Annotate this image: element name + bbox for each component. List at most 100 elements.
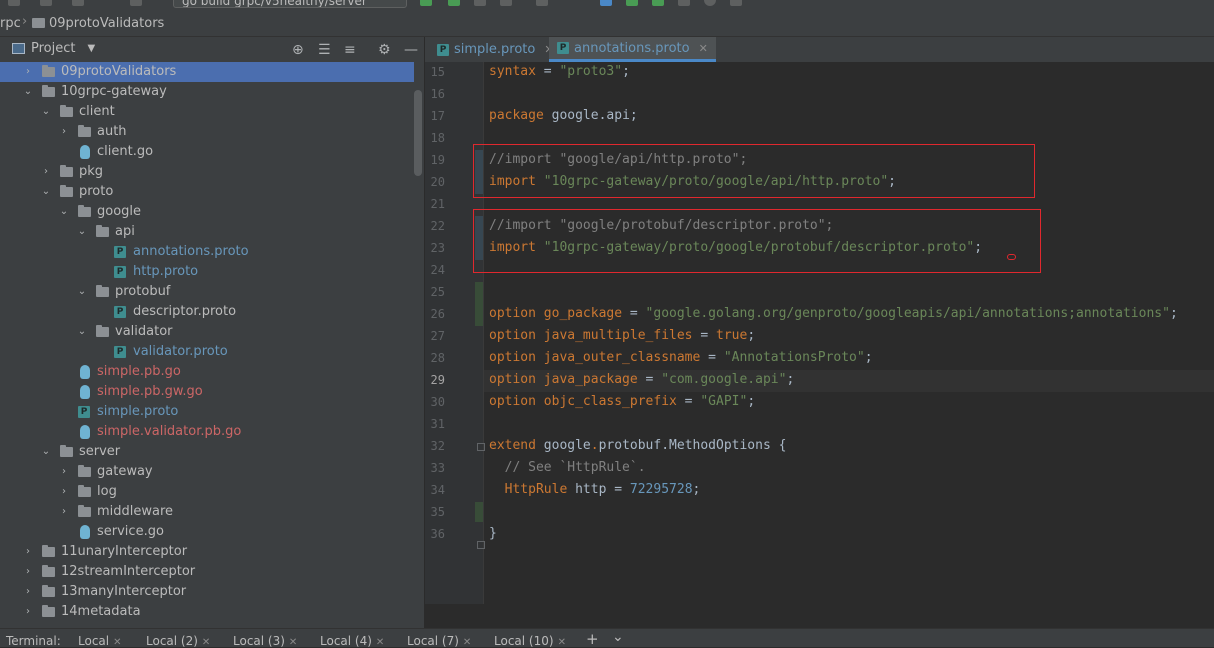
close-icon[interactable]: ✕ — [376, 637, 384, 648]
chevron-right-icon[interactable]: › — [58, 122, 70, 142]
chevron-down-icon[interactable]: ⌄ — [76, 282, 88, 302]
folder-icon — [96, 225, 109, 237]
tree-item[interactable]: Pannotations.proto — [0, 242, 414, 262]
back-icon[interactable] — [72, 0, 84, 6]
tree-scrollbar[interactable] — [414, 90, 422, 176]
tree-item[interactable]: simple.pb.gw.go — [0, 382, 414, 402]
close-icon[interactable]: ✕ — [558, 637, 566, 648]
folder-icon — [42, 65, 55, 77]
annotation-box — [473, 144, 1035, 198]
breadcrumb-folder-item[interactable]: 09protoValidators — [32, 14, 164, 32]
tree-item[interactable]: › 12streamInterceptor — [0, 562, 414, 582]
code-line-34: HttpRule http = 72295728; — [489, 482, 701, 497]
coverage-icon[interactable] — [474, 0, 486, 6]
git-commit-icon[interactable] — [626, 0, 638, 6]
profile-icon[interactable] — [500, 0, 512, 6]
code-token: HttpRule — [504, 482, 568, 497]
close-icon[interactable]: ✕ — [463, 637, 471, 648]
close-icon[interactable]: ✕ — [113, 637, 121, 648]
tree-item[interactable]: › 13manyInterceptor — [0, 582, 414, 602]
close-icon[interactable]: ✕ — [699, 36, 708, 61]
code-token: = — [622, 306, 646, 321]
tree-item[interactable]: ⌄ proto — [0, 182, 414, 202]
annotation-box — [473, 209, 1041, 273]
tree-item[interactable]: ⌄ validator — [0, 322, 414, 342]
code-token: java_outer_classname — [535, 350, 701, 365]
chevron-right-icon[interactable]: › — [58, 502, 70, 522]
tree-item[interactable]: ⌄ 10grpc-gateway — [0, 82, 414, 102]
git-update-icon[interactable] — [600, 0, 612, 6]
line-number: 21 — [430, 197, 445, 211]
run-configuration-select[interactable]: go build grpc/v5healthy/server — [173, 0, 407, 8]
chevron-down-icon[interactable]: ⌄ — [40, 102, 52, 122]
sync-icon[interactable] — [40, 0, 52, 6]
add-terminal-button[interactable]: + — [586, 630, 599, 648]
expand-all-icon[interactable]: ☰ — [318, 42, 331, 58]
tree-item[interactable]: ⌄ client — [0, 102, 414, 122]
breadcrumb-root[interactable]: rpc — [0, 16, 21, 31]
build-icon[interactable] — [8, 0, 20, 6]
tree-item[interactable]: › middleware — [0, 502, 414, 522]
chevron-right-icon[interactable]: › — [22, 602, 34, 622]
git-push-icon[interactable] — [652, 0, 664, 6]
debug-icon[interactable] — [448, 0, 460, 6]
tree-item-label: validator.proto — [133, 344, 228, 359]
tree-item[interactable]: service.go — [0, 522, 414, 542]
tree-item[interactable]: › 09protoValidators — [0, 62, 414, 82]
tree-item[interactable]: › log — [0, 482, 414, 502]
close-icon[interactable]: ✕ — [202, 637, 210, 648]
tree-item[interactable]: simple.pb.go — [0, 362, 414, 382]
locate-icon[interactable]: ⊕ — [292, 42, 304, 58]
tree-item[interactable]: ⌄ protobuf — [0, 282, 414, 302]
chevron-right-icon[interactable]: › — [22, 562, 34, 582]
tree-item[interactable]: ⌄ google — [0, 202, 414, 222]
chevron-right-icon[interactable]: › — [22, 62, 34, 82]
chevron-right-icon[interactable]: › — [58, 482, 70, 502]
chevron-right-icon[interactable]: › — [40, 162, 52, 182]
chevron-down-icon[interactable]: ⌄ — [58, 202, 70, 222]
history-icon[interactable] — [704, 0, 716, 6]
tab-annotations-proto[interactable]: P annotations.proto ✕ — [549, 37, 716, 62]
chevron-down-icon[interactable]: ⌄ — [22, 82, 34, 102]
tree-item[interactable]: client.go — [0, 142, 414, 162]
chevron-down-icon[interactable]: ⌄ — [612, 629, 624, 645]
proto-file-icon: P — [114, 306, 126, 318]
chevron-down-icon[interactable]: ⌄ — [76, 322, 88, 342]
chevron-right-icon[interactable]: › — [58, 462, 70, 482]
tree-item[interactable]: simple.validator.pb.go — [0, 422, 414, 442]
line-number: 27 — [430, 329, 445, 343]
tree-item[interactable]: › auth — [0, 122, 414, 142]
fold-icon[interactable] — [477, 541, 485, 549]
fold-icon[interactable] — [477, 443, 485, 451]
tree-item[interactable]: › 14metadata — [0, 602, 414, 622]
tree-item[interactable]: › gateway — [0, 462, 414, 482]
tree-item[interactable]: › pkg — [0, 162, 414, 182]
tree-item[interactable]: › 11unaryInterceptor — [0, 542, 414, 562]
chevron-right-icon[interactable]: › — [22, 542, 34, 562]
tree-item[interactable]: ⌄ api — [0, 222, 414, 242]
stop-icon[interactable] — [536, 0, 548, 6]
gear-icon[interactable]: ⚙ — [378, 42, 391, 58]
chevron-right-icon[interactable]: › — [22, 582, 34, 602]
collapse-all-icon[interactable]: ≡ — [344, 42, 356, 58]
tree-item[interactable]: Pdescriptor.proto — [0, 302, 414, 322]
project-view-selector[interactable]: Project ▼ — [12, 41, 95, 56]
tab-simple-proto[interactable]: P simple.proto ✕ — [429, 37, 562, 62]
hide-panel-icon[interactable]: — — [404, 42, 418, 58]
tree-item[interactable]: Psimple.proto — [0, 402, 414, 422]
chevron-down-icon[interactable]: ⌄ — [76, 222, 88, 242]
rollback-icon[interactable] — [730, 0, 742, 6]
code-token: http = — [567, 482, 630, 497]
vcs-icon[interactable] — [130, 0, 142, 6]
code-editor[interactable]: 15 16 17 18 19 20 21 22 23 24 25 26 27 28 29 30 31 32 33 34… — [425, 62, 1214, 628]
run-icon[interactable] — [420, 0, 432, 6]
annotation-mark — [1007, 254, 1016, 260]
tree-item[interactable]: Phttp.proto — [0, 262, 414, 282]
chevron-down-icon[interactable]: ⌄ — [40, 182, 52, 202]
code-token: } — [489, 526, 497, 541]
git-pull-icon[interactable] — [678, 0, 690, 6]
close-icon[interactable]: ✕ — [289, 637, 297, 648]
tree-item[interactable]: Pvalidator.proto — [0, 342, 414, 362]
tree-item[interactable]: ⌄ server — [0, 442, 414, 462]
chevron-down-icon[interactable]: ⌄ — [40, 442, 52, 462]
